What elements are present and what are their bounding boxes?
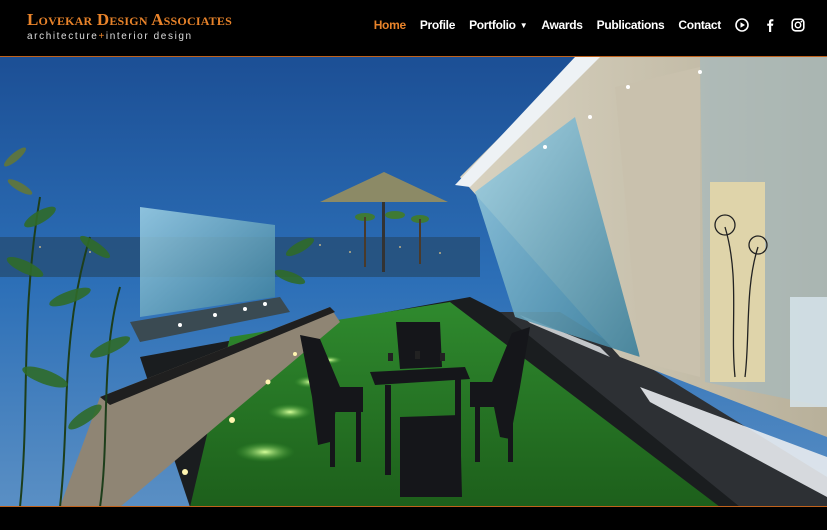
nav-portfolio-label: Portfolio	[469, 18, 516, 32]
main-nav: Home Profile Portfolio ▼ Awards Publicati…	[360, 18, 805, 32]
nav-portfolio[interactable]: Portfolio ▼	[469, 18, 528, 32]
rooftop-terrace-photo	[0, 57, 827, 507]
hero-image	[0, 57, 827, 507]
nav-awards-label: Awards	[541, 18, 583, 32]
nav-contact[interactable]: Contact	[678, 18, 721, 32]
tagline-sep: +	[98, 31, 106, 42]
nav-awards[interactable]: Awards	[541, 18, 583, 32]
nav-publications[interactable]: Publications	[597, 18, 665, 32]
youtube-icon[interactable]	[735, 18, 749, 32]
instagram-icon[interactable]	[791, 18, 805, 32]
facebook-icon[interactable]	[763, 18, 777, 32]
tagline-left: architecture	[27, 31, 99, 42]
nav-home[interactable]: Home	[374, 18, 406, 32]
footer-bar	[0, 506, 827, 530]
brand-name: Lovekar Design Associates	[27, 10, 232, 29]
tagline-right: interior design	[105, 31, 193, 42]
nav-home-label: Home	[373, 18, 406, 32]
chevron-down-icon: ▼	[519, 20, 528, 30]
nav-profile-label: Profile	[419, 18, 456, 32]
site-header: Lovekar Design Associates architecture+i…	[0, 0, 827, 57]
brand-tagline: architecture+interior design	[27, 31, 232, 43]
nav-publications-label: Publications	[596, 18, 665, 32]
logo[interactable]: Lovekar Design Associates architecture+i…	[27, 10, 232, 43]
nav-contact-label: Contact	[678, 18, 721, 32]
nav-profile[interactable]: Profile	[419, 18, 456, 32]
